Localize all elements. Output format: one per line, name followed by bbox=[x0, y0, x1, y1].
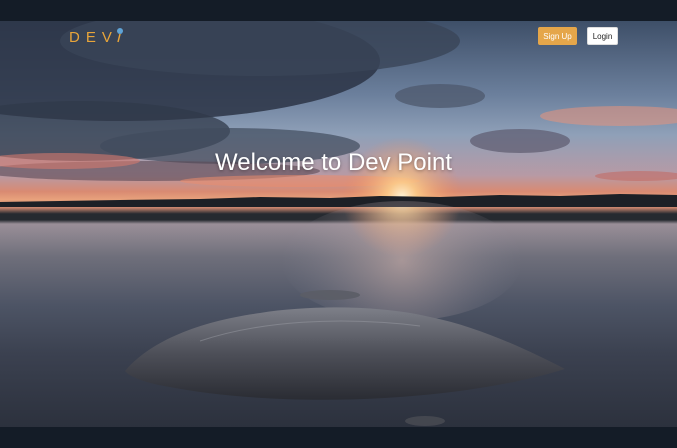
login-button[interactable]: Login bbox=[587, 27, 618, 45]
brand-logo[interactable]: DEV bbox=[69, 27, 124, 47]
top-bar bbox=[0, 0, 677, 21]
brand-name: DEV bbox=[69, 28, 118, 46]
bottom-bar bbox=[0, 427, 677, 448]
hero-title: Welcome to Dev Point bbox=[215, 149, 452, 176]
sunset-lake-scene bbox=[0, 21, 677, 426]
signup-button[interactable]: Sign Up bbox=[538, 27, 577, 45]
hero-background-image bbox=[0, 21, 677, 427]
pin-icon bbox=[116, 27, 124, 47]
